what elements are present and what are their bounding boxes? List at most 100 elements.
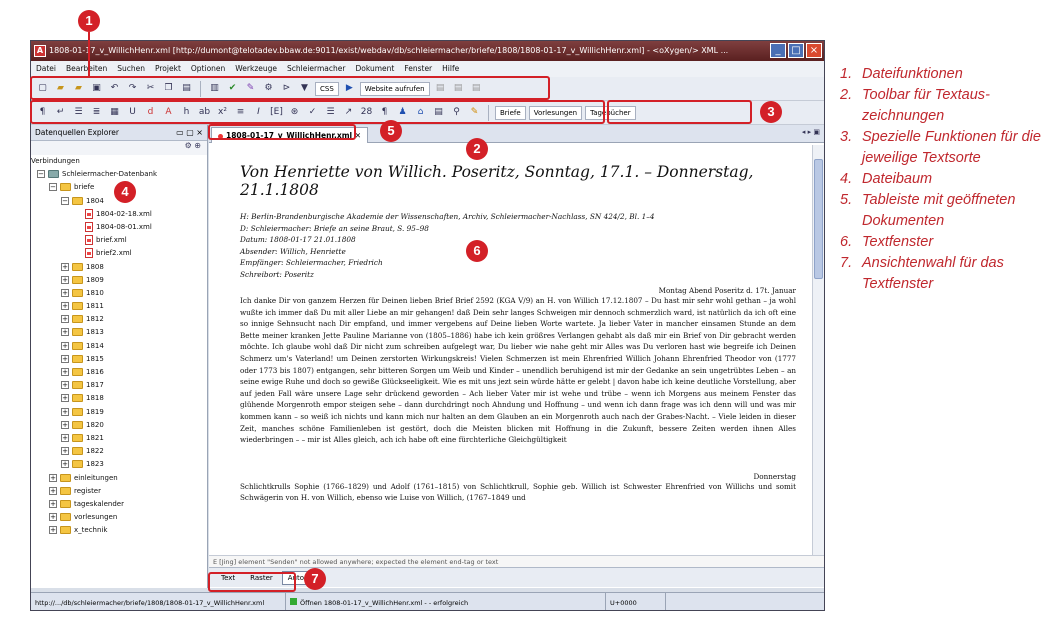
- tab-navigation-icon[interactable]: ◂ ▸ ▣: [802, 128, 820, 136]
- maximize-icon[interactable]: □: [788, 43, 804, 58]
- expand-icon[interactable]: +: [49, 473, 57, 482]
- menu-werkzeuge[interactable]: Werkzeuge: [230, 61, 282, 77]
- expand-icon[interactable]: +: [61, 275, 69, 284]
- tree-folder[interactable]: + register: [31, 485, 207, 498]
- tree-folder[interactable]: + vorlesungen: [31, 511, 207, 524]
- menu-datei[interactable]: Datei: [31, 61, 61, 77]
- tree-label: 1810: [86, 288, 104, 297]
- year-folders: +1808 +1809 +1810 +1811 +1812 +1813 +1814 +1815…: [31, 261, 207, 472]
- expand-icon[interactable]: +: [61, 433, 69, 442]
- expand-icon[interactable]: +: [49, 499, 57, 508]
- menu-optionen[interactable]: Optionen: [186, 61, 230, 77]
- tree-year[interactable]: +1817: [31, 379, 207, 392]
- tree-label: einleitungen: [74, 473, 118, 482]
- tree-year[interactable]: +1816: [31, 366, 207, 379]
- collapse-icon[interactable]: −: [49, 183, 57, 192]
- tree-file[interactable]: 1804-08-01.xml: [31, 221, 207, 234]
- tree-year[interactable]: +1814: [31, 340, 207, 353]
- expand-icon[interactable]: +: [61, 460, 69, 469]
- meta-d: D: Schleiermacher: Briefe an seine Braut…: [240, 223, 429, 233]
- expand-icon[interactable]: +: [61, 354, 69, 363]
- tree-label: brief.xml: [96, 236, 127, 245]
- tree-year[interactable]: +1818: [31, 392, 207, 405]
- tree-db[interactable]: − Schleiermacher-Datenbank: [31, 168, 207, 181]
- expand-icon[interactable]: +: [61, 315, 69, 324]
- legend-text: Dateibaum: [862, 171, 933, 187]
- expand-icon[interactable]: +: [49, 486, 57, 495]
- tree-year[interactable]: +1822: [31, 445, 207, 458]
- tree-year[interactable]: +1811: [31, 300, 207, 313]
- status-encoding: U+0000: [606, 593, 666, 610]
- menu-bearbeiten[interactable]: Bearbeiten: [61, 61, 112, 77]
- tree-year[interactable]: +1813: [31, 326, 207, 339]
- highlight-file-functions: [30, 76, 550, 100]
- vertical-scrollbar[interactable]: [812, 145, 824, 555]
- configure-icon[interactable]: ⚙ ⊕: [185, 141, 201, 150]
- tree-year[interactable]: +1815: [31, 353, 207, 366]
- collapse-icon[interactable]: −: [61, 196, 69, 205]
- callout-4: 4: [114, 181, 136, 203]
- tree-label: 1821: [86, 433, 104, 442]
- folder-icon: [72, 341, 83, 350]
- expand-icon[interactable]: +: [61, 288, 69, 297]
- close-icon[interactable]: ×: [806, 43, 822, 58]
- expand-icon[interactable]: +: [61, 394, 69, 403]
- expand-icon[interactable]: +: [61, 368, 69, 376]
- tree-year[interactable]: +1808: [31, 261, 207, 274]
- tree-folder[interactable]: + x_technik: [31, 524, 207, 537]
- tree-label: 1819: [86, 407, 104, 416]
- legend-item: 3. Spezielle Funktionen für die jeweilige…: [840, 127, 1045, 169]
- minimize-icon[interactable]: _: [770, 43, 786, 58]
- expand-icon[interactable]: +: [61, 262, 69, 271]
- tree-year[interactable]: +1809: [31, 274, 207, 287]
- tree-label: 1811: [86, 302, 104, 311]
- expand-icon[interactable]: +: [61, 328, 69, 337]
- tree-file[interactable]: 1804-02-18.xml: [31, 208, 207, 221]
- tree-year[interactable]: +1820: [31, 419, 207, 432]
- expand-icon[interactable]: +: [61, 341, 69, 350]
- tree-year[interactable]: +1819: [31, 406, 207, 419]
- scroll-thumb[interactable]: [814, 159, 823, 279]
- menu-fenster[interactable]: Fenster: [399, 61, 437, 77]
- highlight-markup-toolbar: [30, 100, 605, 124]
- expand-icon[interactable]: +: [49, 526, 57, 535]
- expand-icon[interactable]: +: [61, 447, 69, 456]
- title-bar[interactable]: A 1808-01-17_v_WillichHenr.xml [http://d…: [31, 41, 824, 61]
- tree-file[interactable]: brief.xml: [31, 234, 207, 247]
- tree-folder[interactable]: + tageskalender: [31, 498, 207, 511]
- menu-hilfe[interactable]: Hilfe: [437, 61, 464, 77]
- menu-schleiermacher[interactable]: Schleiermacher: [282, 61, 350, 77]
- tree-year[interactable]: +1812: [31, 313, 207, 326]
- callout-5: 5: [380, 120, 402, 142]
- tree-file[interactable]: brief2.xml: [31, 247, 207, 260]
- expand-icon[interactable]: +: [61, 302, 69, 311]
- menu-dokument[interactable]: Dokument: [350, 61, 399, 77]
- expand-icon[interactable]: +: [61, 420, 69, 429]
- tree-folder[interactable]: + einleitungen: [31, 472, 207, 485]
- callout-3: 3: [760, 101, 782, 123]
- tree-year[interactable]: +1821: [31, 432, 207, 445]
- tree-label: 1820: [86, 420, 104, 429]
- collapse-icon[interactable]: −: [37, 170, 45, 179]
- view-modes: Text Raster Autor: [209, 567, 824, 587]
- panel-controls-icon[interactable]: ▭ ▢ ×: [176, 125, 203, 141]
- tree-year[interactable]: +1823: [31, 458, 207, 471]
- tree-year[interactable]: +1810: [31, 287, 207, 300]
- menu-suchen[interactable]: Suchen: [112, 61, 150, 77]
- menu-projekt[interactable]: Projekt: [150, 61, 186, 77]
- database-icon: [48, 170, 59, 179]
- expand-icon[interactable]: +: [49, 513, 57, 522]
- window-controls: _ □ ×: [770, 43, 822, 58]
- tree-label: tageskalender: [74, 499, 124, 508]
- tree-label: Schleiermacher-Datenbank: [62, 170, 158, 179]
- legend-number: 6.: [840, 234, 853, 250]
- tree-label: 1816: [86, 368, 104, 376]
- tree-label: 1804: [86, 196, 104, 205]
- legend-text: Ansichtenwahl für das Textfenster: [862, 255, 1004, 292]
- letter-paragraph: Ich danke Dir von ganzem Herzen für Dein…: [240, 296, 796, 445]
- expand-icon[interactable]: +: [61, 381, 69, 390]
- expand-icon[interactable]: +: [61, 407, 69, 416]
- text-window[interactable]: Von Henriette von Willich. Poseritz, Son…: [214, 145, 804, 555]
- legend-item: 2. Toolbar für Textaus­zeichnungen: [840, 85, 1045, 127]
- folder-icon: [60, 486, 71, 495]
